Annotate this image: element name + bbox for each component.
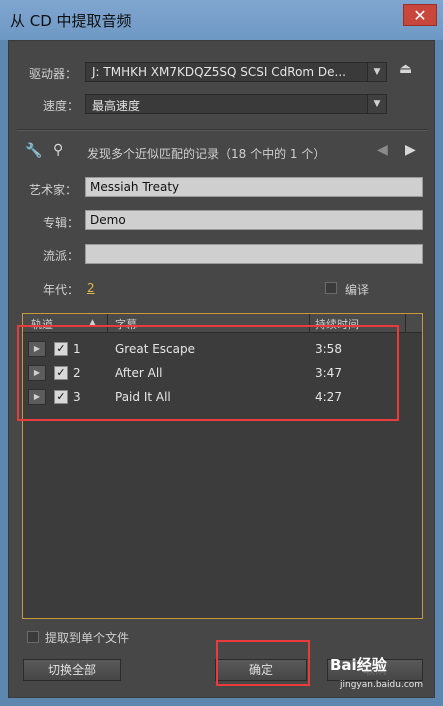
track-list-highlight <box>17 325 399 421</box>
year-value[interactable]: 2 <box>87 281 95 295</box>
close-icon: ✕ <box>413 6 427 25</box>
speed-select-value: 最高速度 <box>92 99 141 113</box>
artist-label: 艺术家： <box>29 183 78 197</box>
year-label: 年代： <box>43 283 80 297</box>
speed-label: 速度： <box>43 99 80 113</box>
genre-label: 流派： <box>43 249 80 263</box>
ok-button-highlight <box>216 640 310 686</box>
edit-checkbox[interactable] <box>325 282 337 294</box>
edit-label: 编译 <box>345 283 370 297</box>
album-label: 专辑： <box>43 216 80 230</box>
toggle-all-button[interactable]: 切换全部 <box>23 659 121 681</box>
chevron-down-icon: ▼ <box>367 63 386 81</box>
speed-select[interactable]: 最高速度 ▼ <box>85 94 387 114</box>
extract-single-checkbox[interactable] <box>27 631 39 643</box>
album-field[interactable]: Demo <box>85 210 423 230</box>
watermark-url: jingyan.baidu.com <box>340 680 424 690</box>
previous-arrow-icon[interactable]: ◀ <box>377 142 388 158</box>
chevron-down-icon: ▼ <box>367 95 386 113</box>
next-arrow-icon[interactable]: ▶ <box>405 142 416 158</box>
artist-value: Messiah Treaty <box>90 180 180 194</box>
genre-field[interactable] <box>85 244 423 264</box>
window-title: 从 CD 中提取音频 <box>10 12 132 30</box>
watermark-brand: Bai经验 <box>330 656 387 674</box>
drive-select-value: J: TMHKH XM7KDQZ5SQ SCSI CdRom De... <box>92 65 346 79</box>
close-button[interactable]: ✕ <box>403 4 437 26</box>
drive-select[interactable]: J: TMHKH XM7KDQZ5SQ SCSI CdRom De... ▼ <box>85 62 387 82</box>
search-icon[interactable]: ⚲ <box>53 142 63 158</box>
extract-single-label: 提取到单个文件 <box>45 631 130 645</box>
album-value: Demo <box>90 213 126 227</box>
lookup-status: 发现多个近似匹配的记录（18 个中的 1 个） <box>87 147 326 161</box>
wrench-icon[interactable]: 🔧 <box>25 143 42 159</box>
eject-icon[interactable]: ⏏ <box>399 61 412 77</box>
divider <box>17 129 427 131</box>
artist-field[interactable]: Messiah Treaty <box>85 177 423 197</box>
drive-label: 驱动器： <box>29 67 78 81</box>
title-bar: 从 CD 中提取音频 ✕ <box>0 0 443 40</box>
column-separator <box>405 314 406 332</box>
